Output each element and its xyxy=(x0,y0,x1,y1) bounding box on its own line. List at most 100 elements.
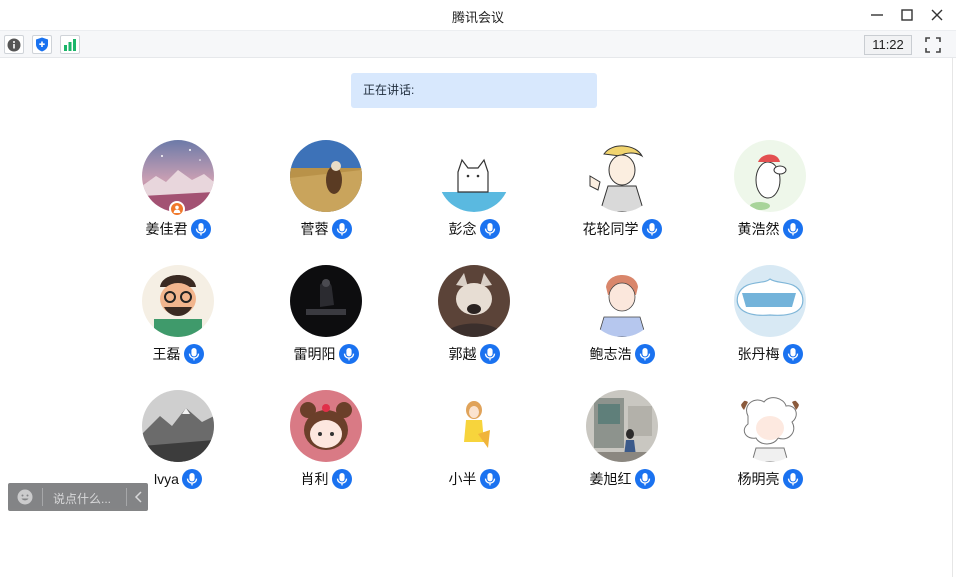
participant-name: 姜佳君 xyxy=(145,221,188,237)
participant-name: 姜旭红 xyxy=(589,471,632,487)
maximize-button[interactable] xyxy=(896,4,918,26)
participant-name-row: 杨明亮 xyxy=(700,468,840,490)
participant-name-row: 花轮同学 xyxy=(552,218,692,240)
mic-icon[interactable] xyxy=(479,344,500,364)
participant-name: 菅蓉 xyxy=(300,221,329,237)
avatar xyxy=(290,390,362,462)
participant-name: lvya xyxy=(154,471,179,487)
participant-name: 王磊 xyxy=(152,346,181,362)
participant-tile[interactable]: 张丹梅 xyxy=(700,265,840,375)
signal-bars-icon xyxy=(64,39,76,51)
speaking-label: 正在讲话: xyxy=(363,83,415,97)
participant-name: 黄浩然 xyxy=(737,221,780,237)
avatar xyxy=(586,140,658,212)
mic-icon[interactable] xyxy=(782,344,803,364)
participant-name-row: 肖利 xyxy=(256,468,396,490)
mic-icon[interactable] xyxy=(183,344,204,364)
participant-tile[interactable]: 鲍志浩 xyxy=(552,265,692,375)
participant-name-row: 郭越 xyxy=(404,343,544,365)
participant-tile[interactable]: 姜佳君 xyxy=(108,140,248,250)
avatar xyxy=(734,140,806,212)
mic-icon[interactable] xyxy=(479,219,500,239)
mic-icon[interactable] xyxy=(634,344,655,364)
chevron-left-icon xyxy=(134,491,142,503)
chat-divider xyxy=(126,488,127,506)
participant-name-row: 雷明阳 xyxy=(256,343,396,365)
mic-icon[interactable] xyxy=(190,219,211,239)
participant-tile[interactable]: 姜旭红 xyxy=(552,390,692,500)
mic-icon[interactable] xyxy=(331,219,352,239)
meeting-toolbar: 11:22 xyxy=(0,30,956,58)
mic-icon[interactable] xyxy=(782,469,803,489)
chat-input[interactable]: 说点什么... xyxy=(53,490,111,507)
fullscreen-icon xyxy=(925,37,941,53)
mic-icon[interactable] xyxy=(181,469,202,489)
mic-icon[interactable] xyxy=(782,219,803,239)
window-edge xyxy=(952,58,953,577)
emoji-button[interactable] xyxy=(17,489,33,505)
participant-tile[interactable]: 菅蓉 xyxy=(256,140,396,250)
info-icon xyxy=(7,38,21,51)
shield-icon xyxy=(36,37,48,52)
participant-name: 张丹梅 xyxy=(737,346,780,362)
avatar xyxy=(734,390,806,462)
participant-name-row: 姜佳君 xyxy=(108,218,248,240)
participant-tile[interactable]: 郭越 xyxy=(404,265,544,375)
participant-name: 肖利 xyxy=(300,471,329,487)
avatar xyxy=(438,140,510,212)
meeting-info-button[interactable] xyxy=(4,35,24,54)
avatar xyxy=(290,140,362,212)
close-icon xyxy=(931,9,943,21)
security-button[interactable] xyxy=(32,35,52,54)
participant-name-row: 鲍志浩 xyxy=(552,343,692,365)
speaking-banner: 正在讲话: xyxy=(351,73,597,108)
meeting-clock: 11:22 xyxy=(864,35,912,55)
participant-tile[interactable]: 小半 xyxy=(404,390,544,500)
participant-name-row: 菅蓉 xyxy=(256,218,396,240)
participant-name-row: 彭念 xyxy=(404,218,544,240)
host-badge xyxy=(169,201,185,217)
chat-bar: 说点什么... xyxy=(8,483,148,511)
host-person-icon xyxy=(173,205,181,213)
participant-name: 雷明阳 xyxy=(293,346,336,362)
participant-name-row: 小半 xyxy=(404,468,544,490)
avatar xyxy=(438,265,510,337)
participant-name-row: 王磊 xyxy=(108,343,248,365)
participant-name-row: 黄浩然 xyxy=(700,218,840,240)
participant-tile[interactable]: 彭念 xyxy=(404,140,544,250)
participant-tile[interactable]: 雷明阳 xyxy=(256,265,396,375)
avatar xyxy=(290,265,362,337)
window-title: 腾讯会议 xyxy=(451,10,504,25)
minimize-button[interactable] xyxy=(866,4,888,26)
network-status-button[interactable] xyxy=(60,35,80,54)
participant-tile[interactable]: 黄浩然 xyxy=(700,140,840,250)
participant-name-row: 姜旭红 xyxy=(552,468,692,490)
avatar xyxy=(142,265,214,337)
participant-name: 彭念 xyxy=(448,221,477,237)
maximize-icon xyxy=(901,9,913,21)
close-button[interactable] xyxy=(926,4,948,26)
participant-tile[interactable]: 杨明亮 xyxy=(700,390,840,500)
participant-name: 杨明亮 xyxy=(737,471,780,487)
mic-icon[interactable] xyxy=(641,219,662,239)
participant-tile[interactable]: 花轮同学 xyxy=(552,140,692,250)
avatar xyxy=(586,390,658,462)
avatar xyxy=(438,390,510,462)
collapse-chat-button[interactable] xyxy=(132,490,146,504)
emoji-face-icon xyxy=(17,489,33,505)
participant-name: 郭越 xyxy=(448,346,477,362)
participant-name: 小半 xyxy=(448,471,477,487)
mic-icon[interactable] xyxy=(634,469,655,489)
minimize-icon xyxy=(871,14,883,16)
mic-icon[interactable] xyxy=(331,469,352,489)
participant-tile[interactable]: 王磊 xyxy=(108,265,248,375)
participant-name: 鲍志浩 xyxy=(589,346,632,362)
mic-icon[interactable] xyxy=(479,469,500,489)
avatar xyxy=(734,265,806,337)
mic-icon[interactable] xyxy=(338,344,359,364)
avatar xyxy=(586,265,658,337)
fullscreen-button[interactable] xyxy=(924,36,942,54)
chat-divider xyxy=(42,488,43,506)
participant-tile[interactable]: 肖利 xyxy=(256,390,396,500)
avatar xyxy=(142,390,214,462)
